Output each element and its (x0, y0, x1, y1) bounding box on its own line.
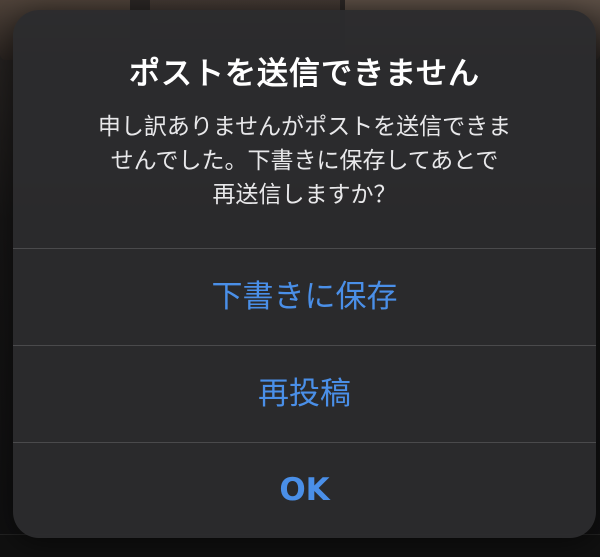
alert-message: 申し訳ありませんがポストを送信できま せんでした。下書きに保存してあとで 再送信… (65, 110, 544, 212)
alert-dialog: ポストを送信できません 申し訳ありませんがポストを送信できま せんでした。下書き… (13, 10, 596, 538)
alert-title: ポストを送信できません (128, 56, 481, 92)
save-draft-button[interactable]: 下書きに保存 (13, 249, 596, 345)
repost-button[interactable]: 再投稿 (13, 346, 596, 442)
alert-header: ポストを送信できません 申し訳ありませんがポストを送信できま せんでした。下書き… (13, 10, 596, 248)
alert-message-line: せんでした。下書きに保存してあとで (110, 148, 499, 174)
ok-button[interactable]: OK (13, 443, 596, 538)
alert-message-line: 申し訳ありませんがポストを送信できま (97, 114, 512, 140)
alert-message-line: 再送信しますか？ (212, 182, 397, 208)
